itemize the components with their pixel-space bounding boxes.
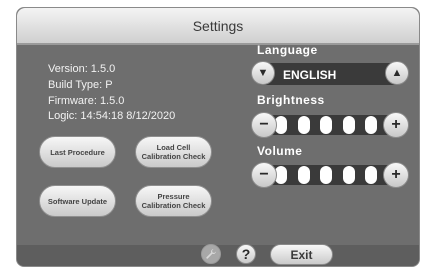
volume-level-step (320, 166, 332, 184)
brightness-slider: − + (251, 112, 409, 138)
settings-screen: Settings Version: 1.5.0 Build Type: P Fi… (16, 7, 420, 267)
build-type-text: Build Type: P (48, 79, 113, 91)
load-cell-calibration-check-button[interactable]: Load Cell Calibration Check (135, 136, 212, 168)
brightness-level-step (297, 116, 310, 134)
brightness-decrease-button[interactable]: − (251, 112, 277, 138)
language-selector: ENGLISH ▼ ▲ (251, 61, 409, 87)
minus-icon: − (259, 116, 269, 133)
last-procedure-button[interactable]: Last Procedure (39, 136, 116, 168)
triangle-down-icon: ▼ (257, 67, 269, 79)
language-up-button[interactable]: ▲ (385, 61, 409, 85)
software-update-button[interactable]: Software Update (39, 185, 116, 217)
brightness-heading: Brightness (257, 93, 325, 107)
language-heading: Language (257, 43, 318, 57)
volume-increase-button[interactable]: + (383, 162, 409, 188)
minus-icon: − (259, 166, 269, 183)
plus-icon: + (391, 166, 401, 183)
pressure-calibration-check-button[interactable]: Pressure Calibration Check (135, 185, 212, 217)
exit-button[interactable]: Exit (270, 244, 333, 265)
volume-level-step (297, 166, 310, 184)
wrench-icon (206, 249, 216, 259)
volume-heading: Volume (257, 144, 303, 158)
brightness-level-step (320, 116, 332, 134)
brightness-increase-button[interactable]: + (383, 112, 409, 138)
language-down-button[interactable]: ▼ (251, 61, 275, 85)
help-icon: ? (241, 246, 251, 262)
title-bar: Settings (17, 8, 419, 45)
volume-level-step (365, 166, 377, 184)
triangle-up-icon: ▲ (391, 67, 403, 79)
service-button[interactable] (201, 244, 221, 264)
volume-track (261, 165, 399, 185)
volume-level-step (342, 166, 355, 184)
language-field: ENGLISH (259, 63, 399, 85)
brightness-level-step (342, 116, 355, 134)
volume-decrease-button[interactable]: − (251, 162, 277, 188)
logic-text: Logic: 14:54:18 8/12/2020 (48, 110, 176, 122)
brightness-level-step (365, 116, 377, 134)
language-value: ENGLISH (283, 68, 337, 82)
firmware-text: Firmware: 1.5.0 (48, 95, 125, 107)
brightness-track (261, 115, 399, 135)
plus-icon: + (391, 116, 401, 133)
version-text: Version: 1.5.0 (48, 63, 116, 75)
volume-slider: − + (251, 162, 409, 188)
page-title: Settings (192, 17, 244, 34)
help-button[interactable]: ? (236, 244, 256, 264)
